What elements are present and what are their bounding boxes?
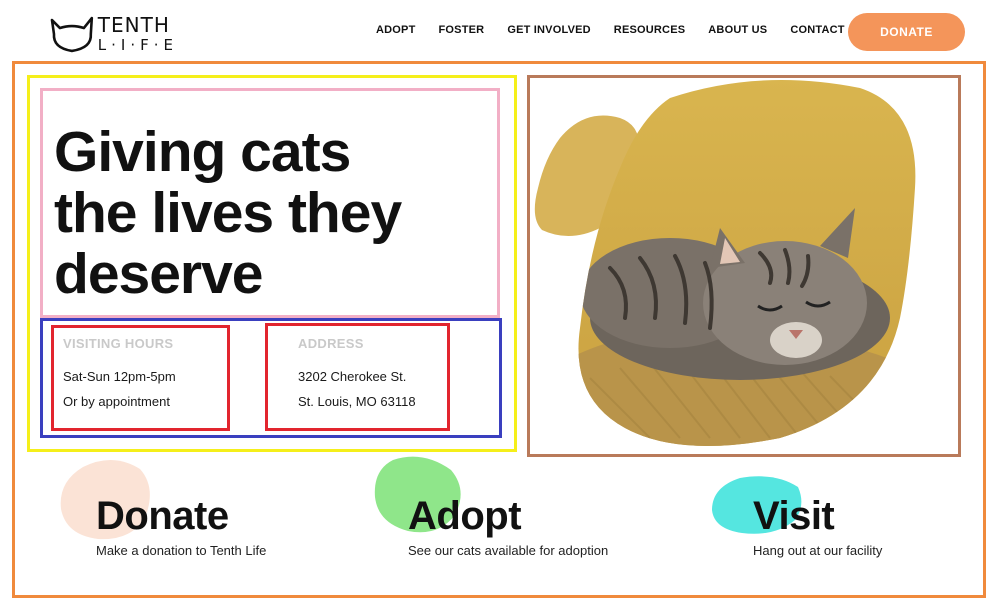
address-label: ADDRESS: [298, 336, 364, 351]
headline-line-3: deserve: [54, 242, 264, 306]
logo[interactable]: TENTH L·I·F·E: [48, 12, 178, 56]
address-line-2: St. Louis, MO 63118: [298, 394, 416, 409]
nav-contact[interactable]: CONTACT: [790, 24, 844, 36]
cta-donate-title[interactable]: Donate: [96, 496, 229, 536]
hero-image: [530, 78, 958, 454]
hours-line-1: Sat-Sun 12pm-5pm: [63, 369, 176, 384]
nav-resources[interactable]: RESOURCES: [614, 24, 685, 36]
nav-about-us[interactable]: ABOUT US: [708, 24, 767, 36]
donate-button[interactable]: DONATE: [848, 13, 965, 51]
hours-line-2: Or by appointment: [63, 394, 170, 409]
hours-label: VISITING HOURS: [63, 336, 174, 351]
logo-wordmark-top: TENTH: [97, 13, 170, 37]
cta-adopt-subtitle: See our cats available for adoption: [408, 543, 609, 558]
sleeping-tabby-cat-photo: [534, 80, 916, 446]
nav-foster[interactable]: FOSTER: [439, 24, 485, 36]
cta-donate-subtitle: Make a donation to Tenth Life: [96, 543, 267, 558]
nav-get-involved[interactable]: GET INVOLVED: [507, 24, 590, 36]
cta-visit-subtitle: Hang out at our facility: [753, 543, 883, 558]
cat-head-icon: [50, 16, 94, 53]
headline-line-1: Giving cats: [54, 120, 351, 184]
headline-line-2: the lives they: [54, 181, 402, 245]
cta-visit-title[interactable]: Visit: [753, 496, 835, 536]
address-line-1: 3202 Cherokee St.: [298, 369, 407, 384]
cta-adopt-title[interactable]: Adopt: [408, 496, 522, 536]
main-nav: ADOPT FOSTER GET INVOLVED RESOURCES ABOU…: [376, 24, 845, 36]
page-title: Giving cats the lives they deserve: [54, 122, 494, 305]
logo-wordmark-bottom: L·I·F·E: [97, 36, 178, 54]
nav-adopt[interactable]: ADOPT: [376, 24, 416, 36]
